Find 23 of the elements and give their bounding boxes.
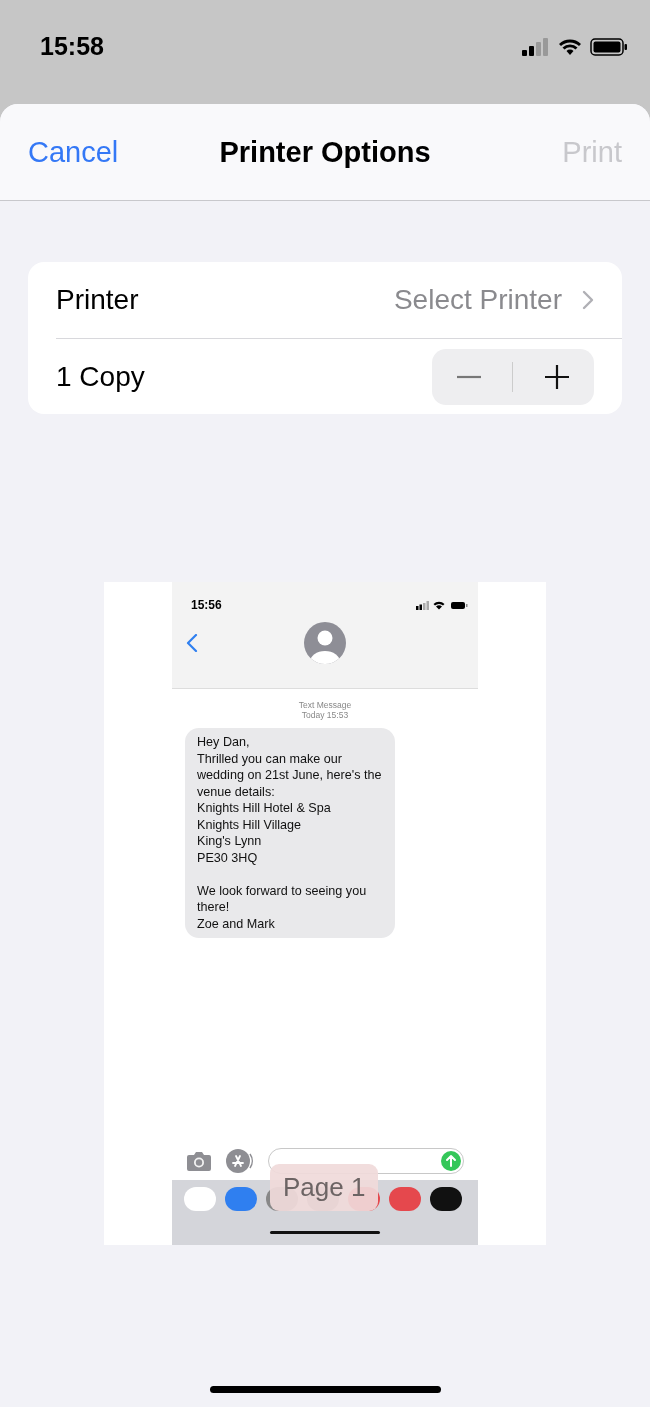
battery-icon [590,38,628,56]
message-timestamp: Today 15:53 [301,710,349,720]
select-printer-link[interactable]: Select Printer [393,284,594,316]
app-store-icon[interactable] [226,1149,254,1173]
status-time: 15:58 [40,32,104,61]
back-icon[interactable] [186,634,198,652]
sheet-title: Printer Options [219,135,431,169]
option-label: 1 Copy [56,360,145,393]
cancel-button[interactable]: Cancel [28,135,119,169]
avatar-icon [304,622,346,664]
plus-icon [544,363,571,390]
minus-icon [455,374,482,379]
status-icons [416,600,468,610]
wifi-icon [558,38,582,56]
send-icon[interactable] [441,1151,461,1171]
conversation-header: Text Message [298,700,352,710]
option-label: Printer [56,284,139,316]
page-number-toast: Page 1 [270,1164,379,1211]
message-bubble: Hey Dan, Thrilled you can make our wedding on 21st June, here's the venue details: Knights Hill Hotel & Spa Knights Hill Village King's Lynn PE30 3HQ We look forward to seeing you there! Zoe and Mark [185,728,395,938]
camera-icon[interactable] [186,1151,212,1171]
chevron-icon [582,290,594,310]
preview-status-time: 15:56 [191,598,222,612]
signal-icon [522,38,550,56]
